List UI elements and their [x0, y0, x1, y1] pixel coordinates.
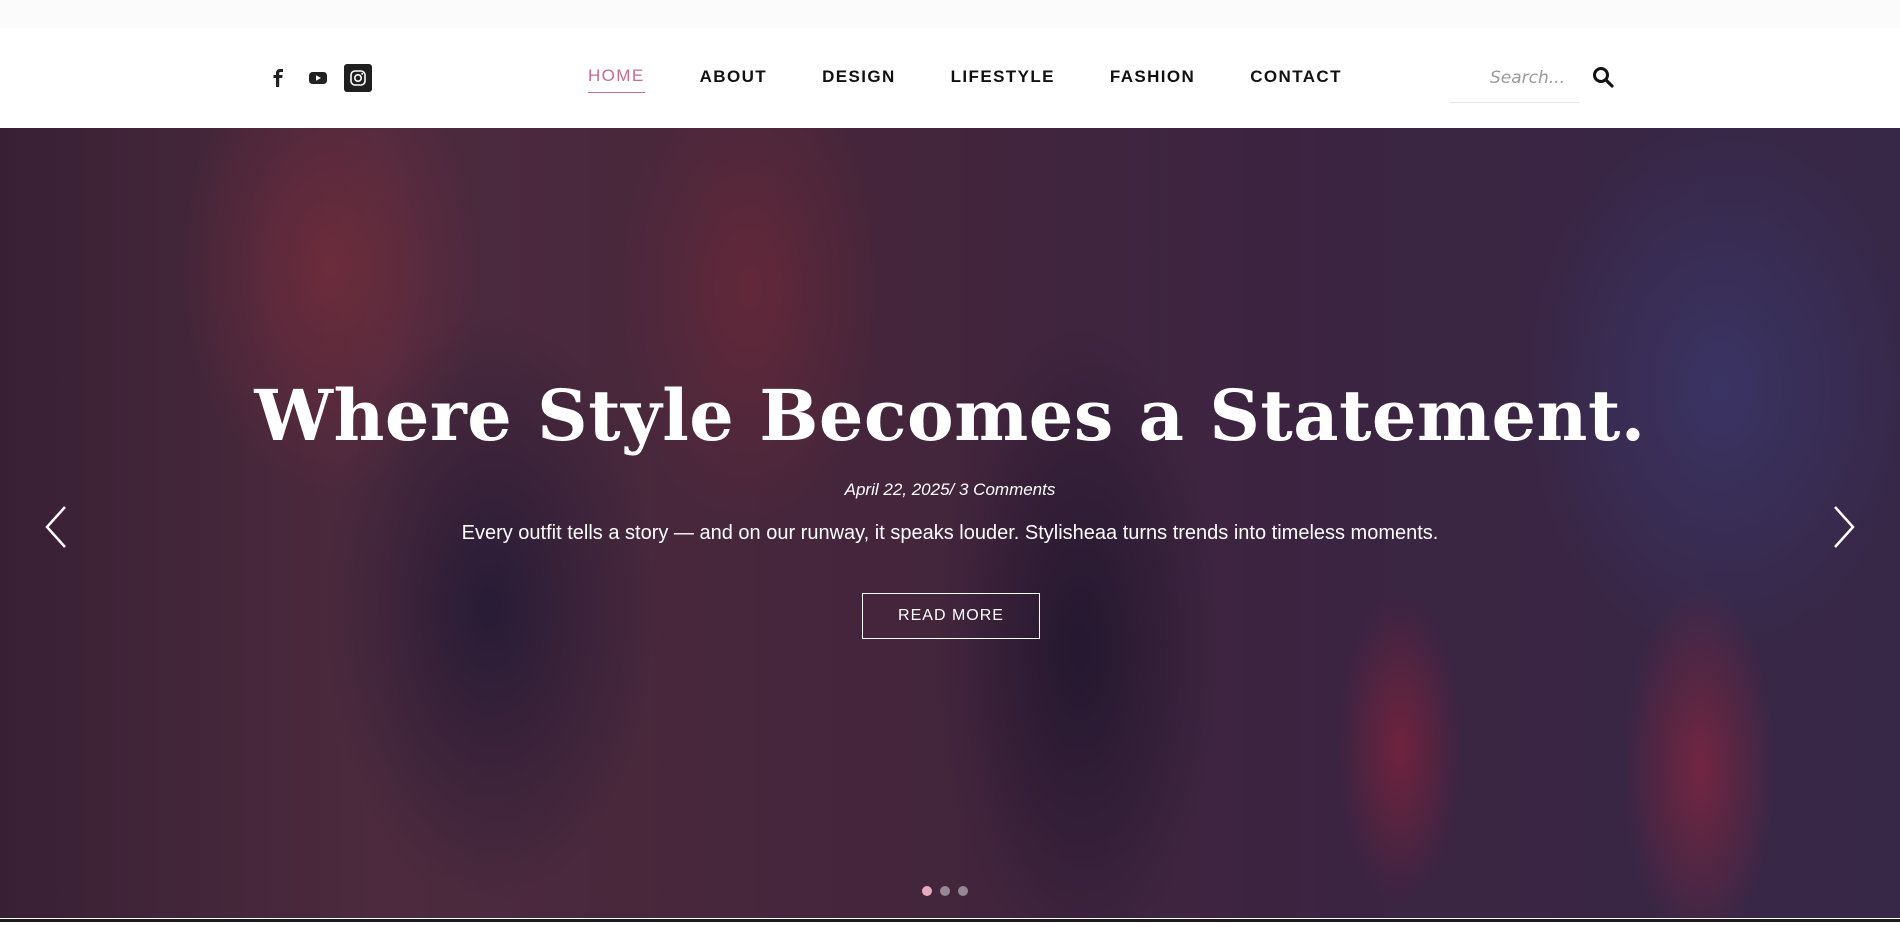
facebook-link[interactable]	[264, 64, 292, 92]
main-nav: HOME ABOUT DESIGN LIFESTYLE FASHION CONT…	[588, 66, 1342, 93]
chevron-right-icon	[1834, 506, 1855, 548]
facebook-icon	[273, 69, 283, 87]
youtube-icon	[309, 72, 327, 84]
slider-dots	[922, 886, 976, 896]
nav-home[interactable]: HOME	[588, 66, 645, 93]
nav-fashion[interactable]: FASHION	[1110, 67, 1195, 93]
post-meta: April 22, 2025/ 3 Comments	[844, 480, 1056, 499]
nav-contact[interactable]: CONTACT	[1250, 67, 1342, 93]
search-box	[1450, 58, 1580, 103]
youtube-link[interactable]	[304, 64, 332, 92]
hero-content: Where Style Becomes a Statement. April 2…	[0, 128, 1900, 918]
instagram-link[interactable]	[344, 64, 372, 92]
hero-description: Every outfit tells a story — and on our …	[461, 522, 1439, 544]
top-strip	[0, 0, 1900, 28]
search-icon	[1593, 67, 1614, 88]
slide-dot-2[interactable]	[940, 886, 950, 896]
read-more-button[interactable]: READ MORE	[862, 593, 1040, 639]
prev-slide-button[interactable]	[36, 502, 76, 552]
chevron-left-icon	[45, 506, 66, 548]
slide-dot-1[interactable]	[922, 886, 932, 896]
search-button[interactable]	[1590, 64, 1616, 90]
section-divider	[0, 919, 1900, 922]
hero-title: Where Style Becomes a Statement.	[254, 374, 1646, 457]
hero-slider: Where Style Becomes a Statement. April 2…	[0, 128, 1900, 918]
social-links	[264, 64, 384, 92]
nav-about[interactable]: ABOUT	[700, 67, 767, 93]
instagram-icon	[350, 70, 366, 86]
next-slide-button[interactable]	[1824, 502, 1864, 552]
search-input[interactable]	[1450, 58, 1570, 98]
nav-design[interactable]: DESIGN	[822, 67, 896, 93]
nav-lifestyle[interactable]: LIFESTYLE	[951, 67, 1055, 93]
slide-dot-3[interactable]	[958, 886, 968, 896]
